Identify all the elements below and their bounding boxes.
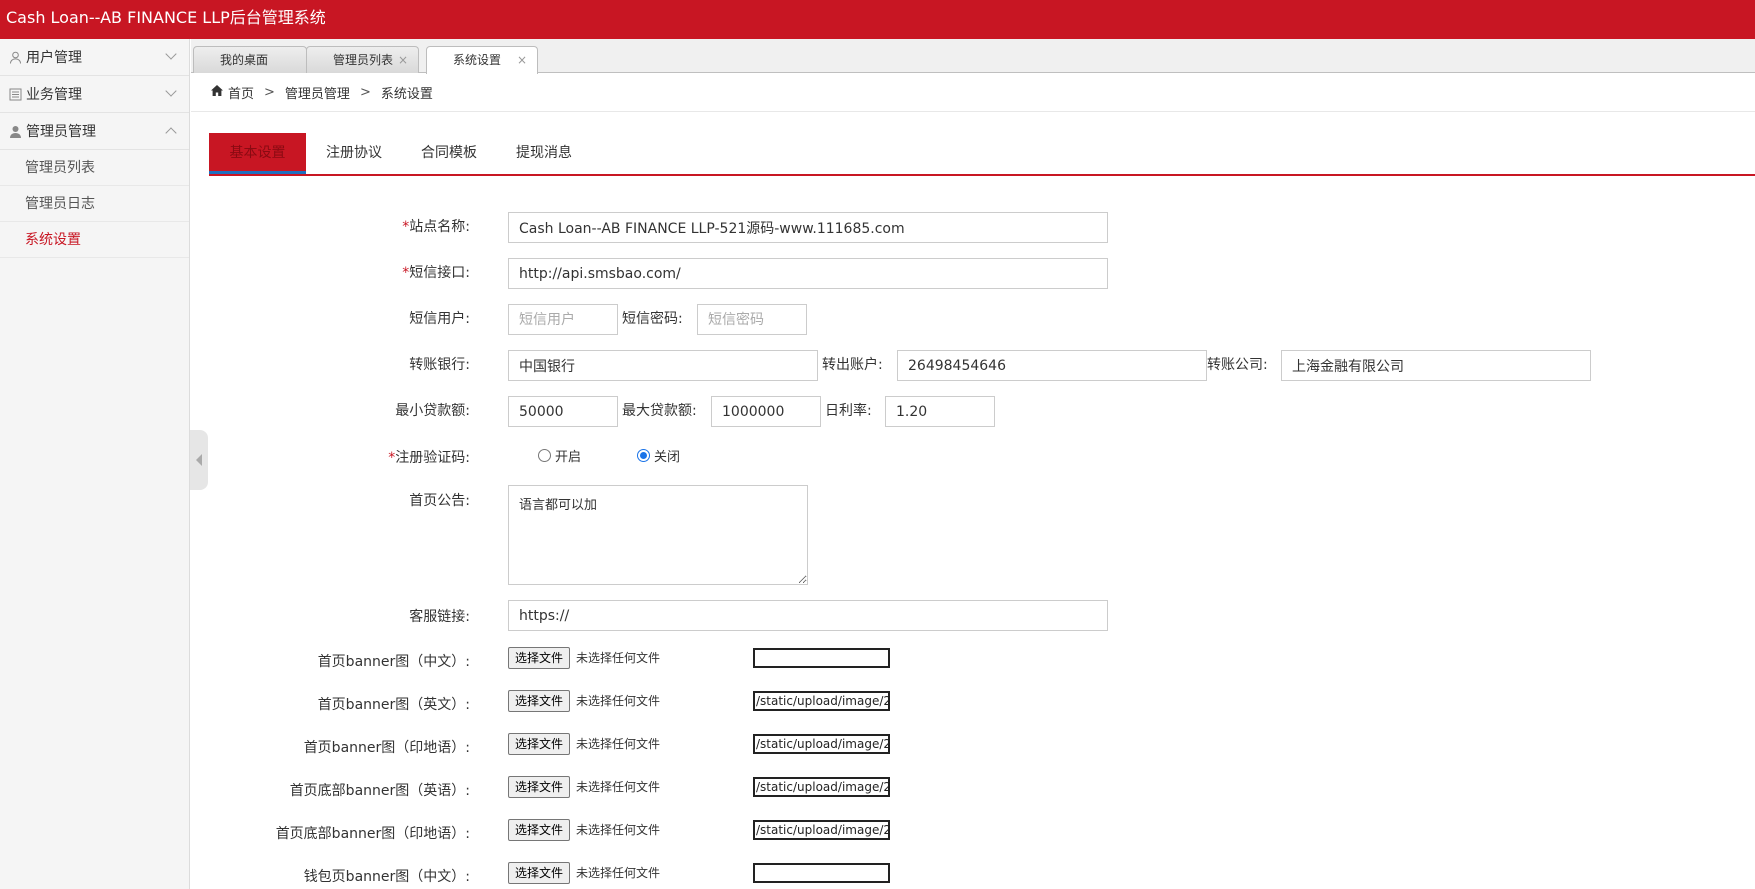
sidebar-item-system-settings[interactable]: 系统设置 bbox=[0, 222, 189, 258]
breadcrumb-home[interactable]: 首页 bbox=[228, 83, 254, 102]
tab-my-desktop[interactable]: 我的桌面 bbox=[193, 46, 307, 73]
out-account-input[interactable] bbox=[897, 350, 1207, 381]
bank-input[interactable] bbox=[508, 350, 818, 381]
sidebar: 用户管理 业务管理 管理员管理 管理员列表 管理员日志 系统设置 bbox=[0, 39, 190, 889]
sidebar-group-user-management[interactable]: 用户管理 bbox=[0, 39, 189, 76]
no-file-text: 未选择任何文件 bbox=[576, 866, 661, 880]
banner-label: 首页banner图（中文）: bbox=[317, 654, 470, 670]
sms-user-label: 短信用户: bbox=[409, 311, 470, 327]
max-loan-input[interactable] bbox=[711, 396, 821, 427]
choose-file-button[interactable]: 选择文件 bbox=[508, 733, 571, 755]
tab-withdraw-message[interactable]: 提现消息 bbox=[499, 133, 589, 174]
banner-label: 首页banner图（印地语）: bbox=[303, 740, 470, 756]
company-label: 转账公司: bbox=[1207, 357, 1268, 373]
reg-captcha-label: *注册验证码: bbox=[388, 450, 470, 466]
choose-file-button[interactable]: 选择文件 bbox=[508, 647, 571, 669]
close-icon[interactable]: × bbox=[398, 47, 408, 73]
banner-path-field[interactable]: /static/upload/image/2 bbox=[753, 734, 890, 754]
sms-user-input[interactable] bbox=[508, 304, 618, 335]
sidebar-group-business-management[interactable]: 业务管理 bbox=[0, 76, 189, 113]
chevron-down-icon bbox=[165, 48, 177, 60]
sidebar-item-admin-log[interactable]: 管理员日志 bbox=[0, 186, 189, 222]
notice-label: 首页公告: bbox=[409, 493, 470, 509]
no-file-text: 未选择任何文件 bbox=[576, 694, 661, 708]
tab-system-settings[interactable]: 系统设置 × bbox=[426, 46, 538, 74]
no-file-text: 未选择任何文件 bbox=[576, 651, 661, 665]
captcha-on-radio[interactable]: 开启 bbox=[538, 446, 581, 465]
banner-label: 首页底部banner图（英语）: bbox=[289, 783, 470, 799]
no-file-text: 未选择任何文件 bbox=[576, 823, 661, 837]
collapse-left-icon bbox=[196, 454, 202, 466]
min-loan-input[interactable] bbox=[508, 396, 618, 427]
tab-label: 注册协议 bbox=[326, 145, 382, 161]
app-title: Cash Loan--AB FINANCE LLP后台管理系统 bbox=[6, 8, 326, 27]
breadcrumb-current: 系统设置 bbox=[380, 87, 433, 102]
max-loan-label: 最大贷款额: bbox=[622, 403, 697, 419]
daily-rate-label: 日利率: bbox=[825, 403, 872, 419]
tab-label: 合同模板 bbox=[421, 145, 477, 161]
banner-path-field[interactable]: /static/upload/image/2 bbox=[753, 691, 890, 711]
service-link-label: 客服链接: bbox=[409, 609, 470, 625]
sidebar-group-label: 业务管理 bbox=[26, 87, 82, 103]
banner-path-field[interactable] bbox=[753, 863, 890, 883]
daily-rate-input[interactable] bbox=[885, 396, 995, 427]
service-link-input[interactable] bbox=[508, 600, 1108, 631]
close-icon[interactable]: × bbox=[517, 47, 527, 73]
admin-icon bbox=[8, 124, 22, 138]
list-icon bbox=[8, 87, 22, 101]
sms-api-label: *短信接口: bbox=[402, 265, 470, 281]
min-loan-label: 最小贷款额: bbox=[395, 403, 470, 419]
captcha-off-radio[interactable]: 关闭 bbox=[637, 446, 680, 465]
site-name-label: *站点名称: bbox=[402, 219, 470, 235]
radio-circle-selected[interactable] bbox=[637, 449, 650, 462]
tab-basic-settings[interactable]: 基本设置 bbox=[209, 133, 306, 174]
breadcrumb-level1[interactable]: 管理员管理 bbox=[285, 83, 350, 102]
banner-label: 首页banner图（英文）: bbox=[317, 697, 470, 713]
banner-path-field[interactable]: /static/upload/image/2 bbox=[753, 820, 890, 840]
out-account-label: 转出账户: bbox=[822, 357, 883, 373]
tab-label: 管理员列表 bbox=[333, 53, 394, 67]
user-outline-icon bbox=[8, 50, 22, 64]
tab-label: 我的桌面 bbox=[220, 53, 269, 67]
sidebar-group-admin-management[interactable]: 管理员管理 bbox=[0, 113, 189, 150]
choose-file-button[interactable]: 选择文件 bbox=[508, 690, 571, 712]
app-header: Cash Loan--AB FINANCE LLP后台管理系统 bbox=[0, 0, 1755, 39]
choose-file-button[interactable]: 选择文件 bbox=[508, 776, 571, 798]
no-file-text: 未选择任何文件 bbox=[576, 780, 661, 794]
banner-path-field[interactable]: /static/upload/image/2 bbox=[753, 777, 890, 797]
settings-tabs: 基本设置 注册协议 合同模板 提现消息 bbox=[209, 133, 1755, 176]
breadcrumb: 首页 > 管理员管理 > 系统设置 bbox=[191, 74, 1755, 112]
sidebar-item-admin-list[interactable]: 管理员列表 bbox=[0, 150, 189, 186]
home-icon bbox=[211, 85, 223, 100]
no-file-text: 未选择任何文件 bbox=[576, 737, 661, 751]
tab-label: 系统设置 bbox=[453, 53, 502, 67]
tab-registration-agreement[interactable]: 注册协议 bbox=[309, 133, 399, 174]
bank-label: 转账银行: bbox=[409, 357, 470, 373]
site-name-input[interactable] bbox=[508, 212, 1108, 243]
choose-file-button[interactable]: 选择文件 bbox=[508, 862, 571, 884]
breadcrumb-separator: > bbox=[359, 85, 371, 100]
tab-label: 提现消息 bbox=[516, 145, 572, 161]
radio-circle[interactable] bbox=[538, 449, 551, 462]
sms-password-input[interactable] bbox=[697, 304, 807, 335]
sidebar-group-label: 管理员管理 bbox=[26, 124, 96, 140]
tab-admin-list[interactable]: 管理员列表 × bbox=[306, 46, 419, 73]
chevron-up-icon bbox=[165, 127, 177, 139]
sms-password-label: 短信密码: bbox=[622, 311, 683, 327]
choose-file-button[interactable]: 选择文件 bbox=[508, 819, 571, 841]
notice-textarea[interactable]: 语言都可以加 bbox=[508, 485, 808, 585]
breadcrumb-separator: > bbox=[264, 85, 275, 100]
company-input[interactable] bbox=[1281, 350, 1591, 381]
sidebar-group-label: 用户管理 bbox=[26, 50, 82, 66]
banner-label: 钱包页banner图（中文）: bbox=[303, 869, 470, 885]
sidebar-collapse-handle[interactable] bbox=[190, 430, 208, 490]
page-tabs-bar: 我的桌面 管理员列表 × 系统设置 × bbox=[191, 39, 1755, 74]
tab-contract-template[interactable]: 合同模板 bbox=[404, 133, 494, 174]
sms-api-input[interactable] bbox=[508, 258, 1108, 289]
tab-label: 基本设置 bbox=[229, 145, 286, 161]
chevron-down-icon bbox=[165, 85, 177, 97]
banner-path-field[interactable] bbox=[753, 648, 890, 668]
banner-label: 首页底部banner图（印地语）: bbox=[275, 826, 470, 842]
